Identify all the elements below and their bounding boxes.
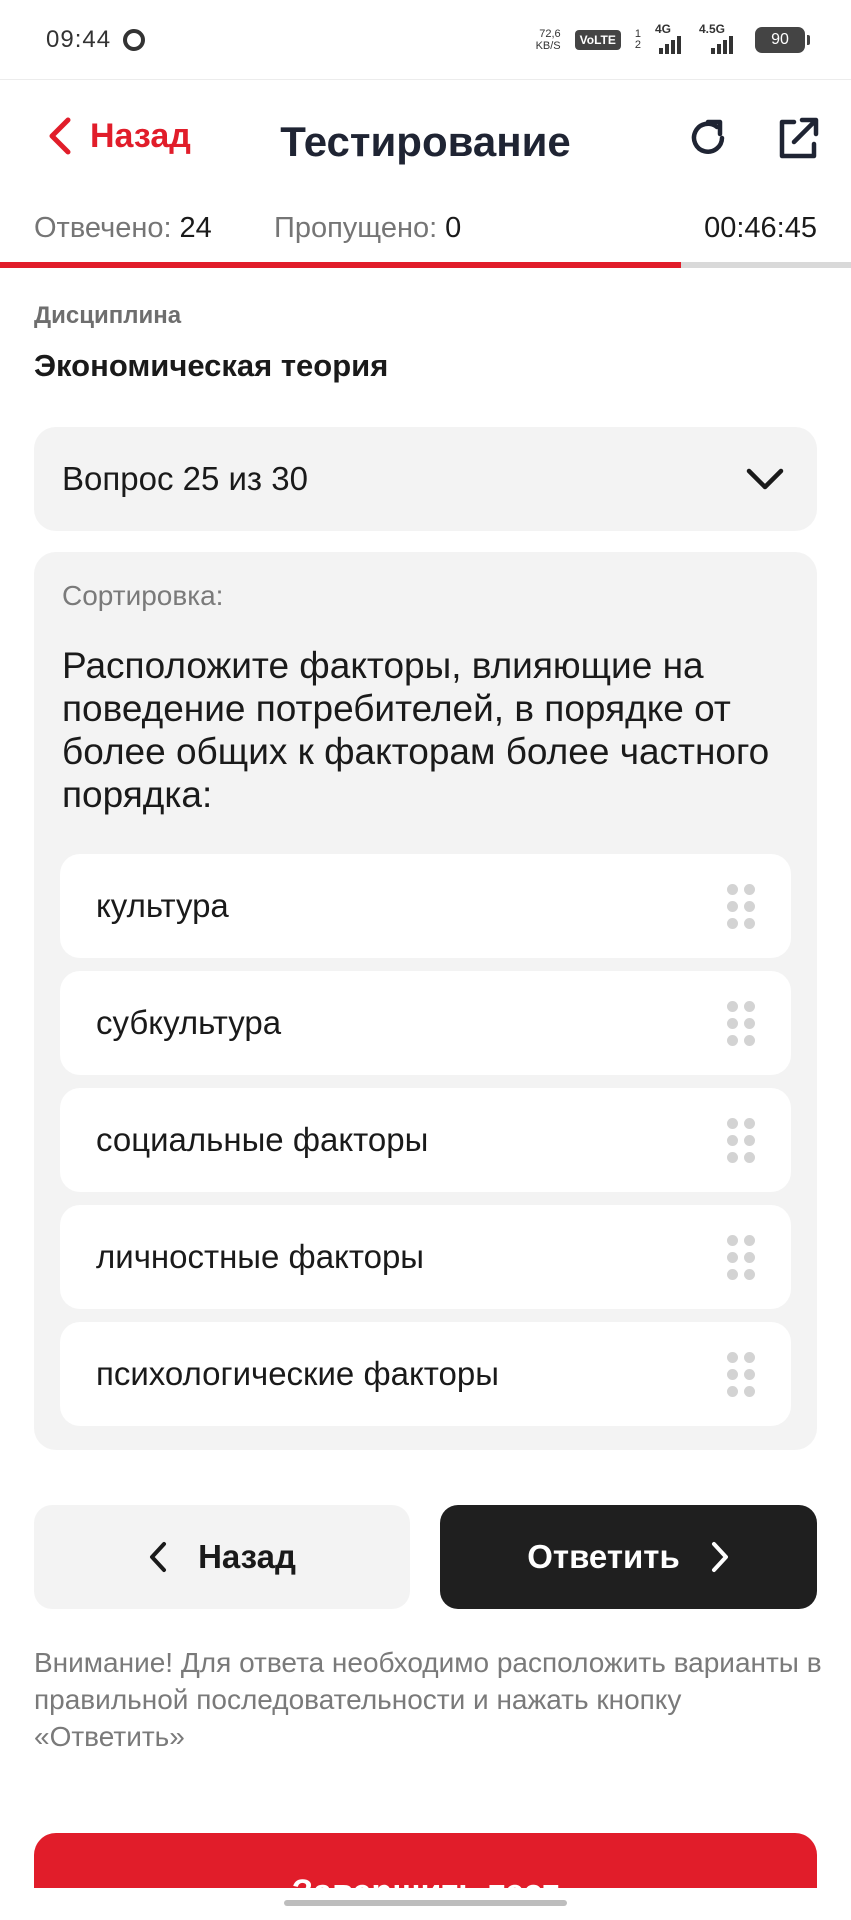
network-type-sim2: 4.5G: [699, 21, 726, 36]
previous-question-label: Назад: [198, 1538, 296, 1575]
sortable-option[interactable]: культура: [60, 854, 791, 958]
app-header: Назад Тестирование: [0, 80, 851, 204]
status-right: 72,6 KB/S VoLTE 1 2 4G 4.5G 90: [536, 22, 810, 54]
skipped-counter: Пропущено: 0: [274, 212, 461, 245]
volte-badge: VoLTE: [574, 29, 621, 50]
sim2-number: 2: [634, 38, 641, 51]
sortable-options-list: культура субкультура социальные факторы …: [60, 854, 791, 1439]
answer-notice: Внимание! Для ответа необходимо располож…: [34, 1647, 822, 1752]
question-text: Расположите факторы, влияющие на поведен…: [62, 645, 770, 815]
sortable-option[interactable]: личностные факторы: [60, 1205, 791, 1309]
battery-icon: 90: [755, 26, 810, 53]
chevron-down-icon: [746, 468, 784, 490]
signal-icon-sim1: 4G: [655, 22, 685, 54]
refresh-icon[interactable]: [684, 114, 732, 162]
open-external-icon[interactable]: [774, 114, 822, 162]
sortable-option[interactable]: психологические факторы: [60, 1322, 791, 1426]
discipline-label: Дисциплина: [34, 302, 182, 329]
answered-value: 24: [179, 212, 212, 244]
answered-label: Отвечено:: [34, 212, 172, 244]
status-time: 09:44: [46, 25, 112, 53]
question-type: Сортировка:: [62, 580, 224, 611]
drag-handle-icon[interactable]: [727, 1234, 755, 1280]
question-selector-label: Вопрос 25 из 30: [62, 460, 308, 497]
question-selector[interactable]: Вопрос 25 из 30: [34, 427, 817, 531]
skipped-label: Пропущено:: [274, 212, 438, 244]
drag-handle-icon[interactable]: [727, 1000, 755, 1046]
question-card: Сортировка: Расположите факторы, влияющи…: [34, 552, 817, 1450]
option-label: психологические факторы: [96, 1355, 499, 1392]
skipped-value: 0: [445, 212, 462, 244]
answer-label: Ответить: [527, 1538, 680, 1575]
drag-handle-icon[interactable]: [727, 883, 755, 929]
answered-counter: Отвечено: 24: [34, 212, 212, 245]
option-label: социальные факторы: [96, 1121, 429, 1158]
network-type-sim1: 4G: [655, 21, 672, 36]
chat-notification-icon: [123, 28, 146, 51]
chevron-right-icon: [711, 1542, 728, 1572]
sortable-option[interactable]: субкультура: [60, 971, 791, 1075]
discipline-name: Экономическая теория: [34, 348, 389, 383]
option-label: культура: [96, 887, 229, 924]
network-speed-unit: KB/S: [535, 39, 561, 52]
timer: 00:46:45: [704, 212, 817, 244]
network-speed-value: 72,6: [539, 27, 561, 40]
battery-level: 90: [771, 30, 789, 48]
answer-button[interactable]: Ответить: [440, 1505, 817, 1609]
chevron-left-icon: [150, 1542, 167, 1572]
drag-handle-icon[interactable]: [727, 1351, 755, 1397]
status-bar: 09:44 72,6 KB/S VoLTE 1 2 4G 4.5G 90: [0, 0, 851, 80]
progress-fill: [0, 262, 681, 268]
test-counters: Отвечено: 24 Пропущено: 0 00:46:45: [0, 204, 851, 262]
option-label: личностные факторы: [96, 1238, 425, 1275]
progress-bar: [0, 262, 851, 268]
status-left: 09:44: [46, 25, 146, 54]
network-speed: 72,6 KB/S: [536, 28, 561, 52]
sim1-number: 1: [634, 27, 641, 40]
previous-question-button[interactable]: Назад: [34, 1505, 410, 1609]
drag-handle-icon[interactable]: [727, 1117, 755, 1163]
signal-icon-sim2: 4.5G: [699, 22, 741, 54]
sim-numbers: 1 2: [634, 27, 641, 51]
option-label: субкультура: [96, 1004, 282, 1041]
sortable-option[interactable]: социальные факторы: [60, 1088, 791, 1192]
home-indicator[interactable]: [284, 1900, 567, 1906]
